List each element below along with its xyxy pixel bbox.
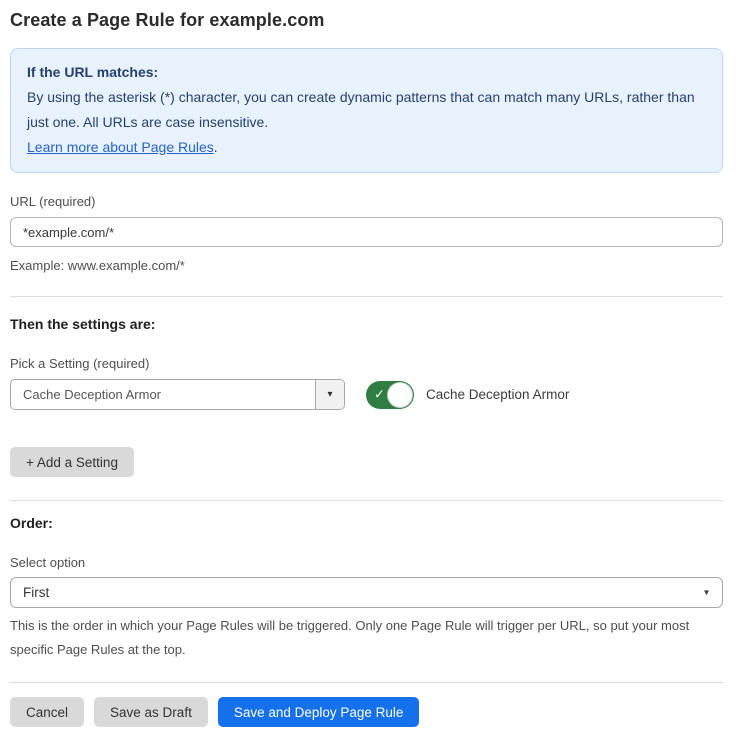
divider: [10, 296, 723, 297]
divider: [10, 682, 723, 683]
page-rule-form: Create a Page Rule for example.com If th…: [10, 0, 723, 744]
setting-select-caret-button[interactable]: ▾: [315, 380, 344, 409]
setting-toggle[interactable]: ✓: [366, 381, 414, 409]
setting-select-value: Cache Deception Armor: [11, 380, 315, 409]
url-input[interactable]: [10, 217, 723, 247]
order-select[interactable]: First ▾: [10, 577, 723, 608]
url-match-info-box: If the URL matches: By using the asteris…: [10, 48, 723, 173]
info-box-body: By using the asterisk (*) character, you…: [27, 85, 706, 135]
order-select-label: Select option: [10, 555, 723, 570]
page-title: Create a Page Rule for example.com: [10, 10, 723, 31]
caret-down-icon: ▾: [704, 587, 709, 598]
setting-picker-label: Pick a Setting (required): [10, 356, 723, 371]
settings-section-heading: Then the settings are:: [10, 316, 723, 332]
info-box-link-line: Learn more about Page Rules.: [27, 135, 706, 160]
add-setting-button[interactable]: + Add a Setting: [10, 447, 134, 477]
url-field-label: URL (required): [10, 194, 723, 209]
order-helper-text: This is the order in which your Page Rul…: [10, 614, 723, 662]
divider: [10, 500, 723, 501]
cancel-button[interactable]: Cancel: [10, 697, 84, 727]
save-and-deploy-button[interactable]: Save and Deploy Page Rule: [218, 697, 420, 727]
link-period: .: [214, 139, 218, 155]
learn-more-link[interactable]: Learn more about Page Rules: [27, 139, 214, 155]
toggle-knob: [387, 382, 413, 408]
footer-button-row: Cancel Save as Draft Save and Deploy Pag…: [10, 697, 723, 744]
info-box-heading: If the URL matches:: [27, 60, 706, 85]
check-icon: ✓: [374, 386, 385, 402]
setting-select[interactable]: Cache Deception Armor ▾: [10, 379, 345, 410]
order-select-value: First: [23, 585, 49, 600]
save-as-draft-button[interactable]: Save as Draft: [94, 697, 208, 727]
setting-toggle-label: Cache Deception Armor: [426, 387, 569, 402]
order-section-heading: Order:: [10, 515, 723, 531]
caret-down-icon: ▾: [327, 389, 332, 400]
setting-row: Cache Deception Armor ▾ ✓ Cache Deceptio…: [10, 379, 723, 410]
url-example-helper: Example: www.example.com/*: [10, 254, 723, 278]
